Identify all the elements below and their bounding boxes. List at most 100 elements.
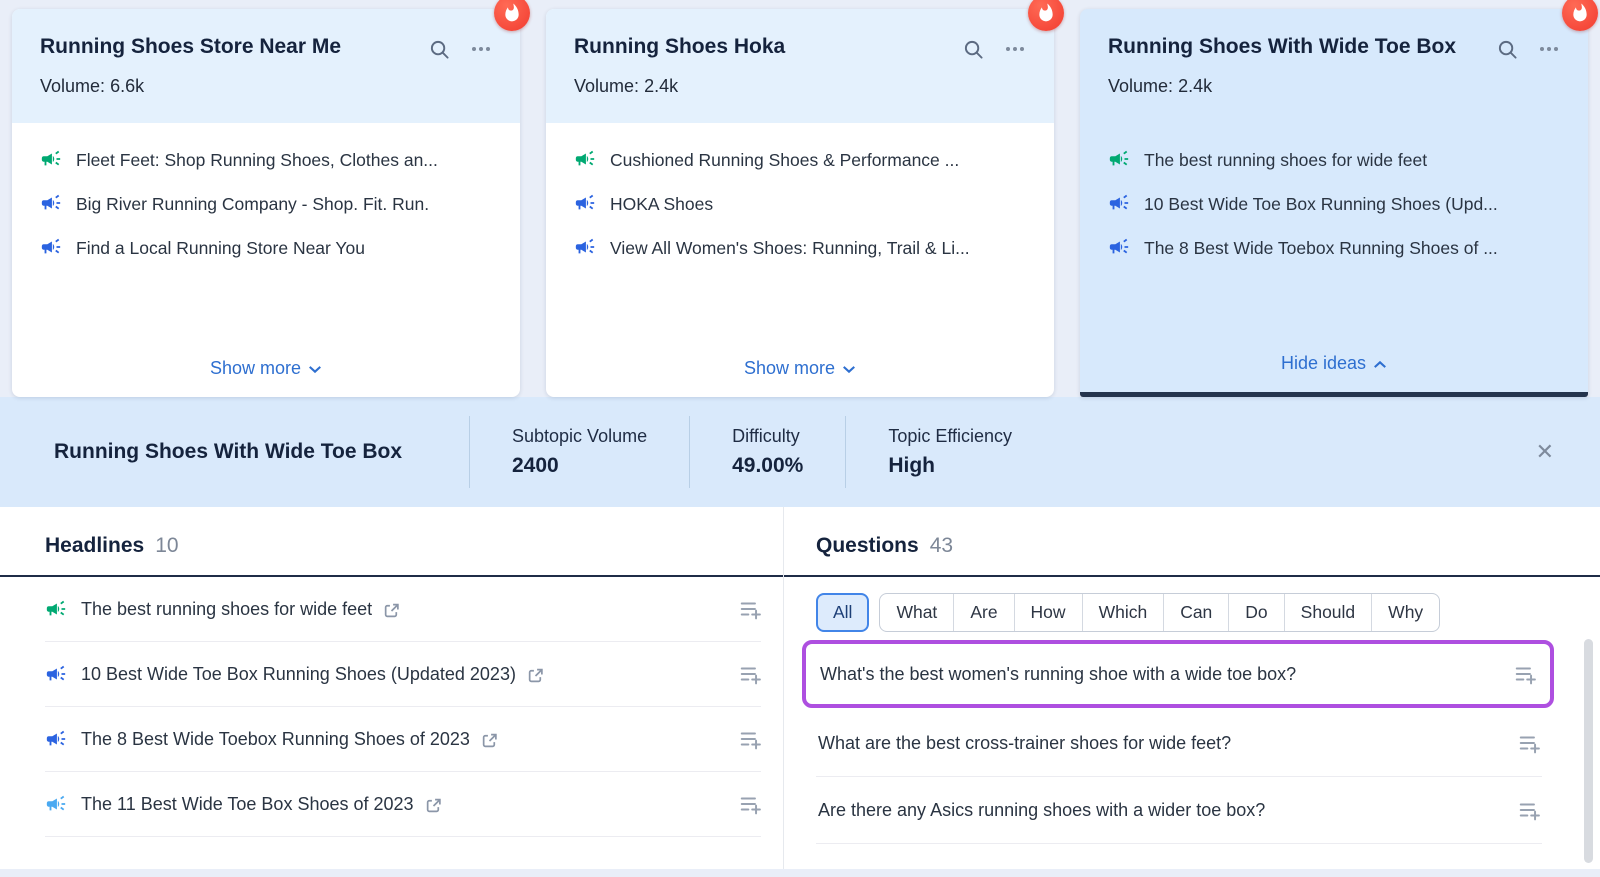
more-options-icon[interactable] — [1538, 38, 1560, 60]
questions-title: Questions — [816, 534, 919, 557]
volume: Volume: 2.4k — [1108, 76, 1213, 97]
idea-text[interactable]: HOKA Shoes — [610, 193, 713, 216]
filter-do[interactable]: Do — [1228, 594, 1283, 631]
idea-text[interactable]: The 8 Best Wide Toebox Running Shoes of … — [1144, 237, 1498, 260]
idea-item[interactable]: View All Women's Shoes: Running, Trail &… — [574, 237, 1026, 260]
questions-header: Questions 43 — [784, 507, 1600, 577]
add-to-list-icon[interactable] — [1514, 663, 1536, 685]
card-title: Running Shoes Hoka — [574, 35, 786, 58]
questions-count: 43 — [929, 534, 954, 557]
add-to-list-icon[interactable] — [1518, 799, 1540, 821]
trending-fire-icon — [1028, 0, 1064, 31]
megaphone-icon — [40, 236, 62, 258]
volume: Volume: 2.4k — [574, 76, 679, 97]
questions-scrollbar[interactable] — [1584, 639, 1593, 863]
external-link-icon[interactable] — [425, 795, 442, 814]
headline-link[interactable]: The 11 Best Wide Toe Box Shoes of 2023 — [81, 794, 442, 815]
search-icon[interactable] — [963, 39, 984, 60]
headline-link[interactable]: The 8 Best Wide Toebox Running Shoes of … — [81, 729, 498, 750]
hide-ideas-button[interactable]: Hide ideas — [1281, 353, 1387, 374]
search-icon[interactable] — [429, 39, 450, 60]
detail-content: Headlines 10 The best running shoes for … — [0, 507, 1600, 869]
add-to-list-icon[interactable] — [739, 728, 761, 750]
card-title: Running Shoes Store Near Me — [40, 35, 342, 58]
show-more-button[interactable]: Show more — [744, 358, 856, 379]
stat-subtopic-volume: Subtopic Volume 2400 — [469, 416, 689, 488]
subtopic-card[interactable]: Running Shoes Hoka Volume: 2.4k Cushione… — [546, 0, 1064, 397]
external-link-icon[interactable] — [481, 730, 498, 749]
idea-item[interactable]: Big River Running Company - Shop. Fit. R… — [40, 193, 492, 216]
detail-title: Running Shoes With Wide Toe Box — [54, 440, 403, 463]
search-icon[interactable] — [1497, 39, 1518, 60]
headlines-count: 10 — [155, 534, 179, 557]
idea-text[interactable]: Fleet Feet: Shop Running Shoes, Clothes … — [76, 149, 438, 172]
add-to-list-icon[interactable] — [739, 793, 761, 815]
trending-fire-icon — [494, 0, 530, 31]
filter-can[interactable]: Can — [1163, 594, 1228, 631]
question-row[interactable]: Are there any Asics running shoes with a… — [816, 777, 1542, 844]
megaphone-icon — [45, 728, 67, 750]
idea-text[interactable]: The best running shoes for wide feet — [1144, 149, 1427, 172]
card-header: Running Shoes With Wide Toe Box Volume: … — [1080, 9, 1588, 123]
add-to-list-icon[interactable] — [739, 663, 761, 685]
question-text[interactable]: What's the best women's running shoe wit… — [820, 664, 1296, 685]
chevron-down-icon — [308, 358, 322, 379]
volume: Volume: 6.6k — [40, 76, 145, 97]
external-link-icon[interactable] — [383, 600, 400, 619]
idea-text[interactable]: Find a Local Running Store Near You — [76, 237, 365, 260]
idea-text[interactable]: Cushioned Running Shoes & Performance ..… — [610, 149, 959, 172]
add-to-list-icon[interactable] — [739, 598, 761, 620]
idea-text[interactable]: Big River Running Company - Shop. Fit. R… — [76, 193, 429, 216]
subtopic-cards-row: Running Shoes Store Near Me Volume: 6.6k… — [0, 0, 1600, 397]
headlines-column: Headlines 10 The best running shoes for … — [0, 507, 784, 869]
question-row[interactable]: What's the best women's running shoe wit… — [818, 644, 1538, 704]
highlighted-question: What's the best women's running shoe wit… — [802, 640, 1554, 708]
idea-item[interactable]: HOKA Shoes — [574, 193, 1026, 216]
headline-row: The best running shoes for wide feet — [45, 577, 761, 642]
card-header: Running Shoes Store Near Me Volume: 6.6k — [12, 9, 520, 124]
stat-difficulty: Difficulty 49.00% — [689, 416, 845, 488]
filter-how[interactable]: How — [1013, 594, 1082, 631]
idea-item[interactable]: The 8 Best Wide Toebox Running Shoes of … — [1108, 237, 1560, 260]
filter-should[interactable]: Should — [1283, 594, 1372, 631]
trending-fire-icon — [1562, 0, 1598, 31]
subtopic-detail-bar: Running Shoes With Wide Toe Box Subtopic… — [0, 397, 1600, 507]
more-options-icon[interactable] — [1004, 38, 1026, 60]
chevron-up-icon — [1373, 353, 1387, 374]
idea-item[interactable]: Find a Local Running Store Near You — [40, 237, 492, 260]
headline-link[interactable]: 10 Best Wide Toe Box Running Shoes (Upda… — [81, 664, 544, 685]
headline-row: 10 Best Wide Toe Box Running Shoes (Upda… — [45, 642, 761, 707]
idea-item[interactable]: Cushioned Running Shoes & Performance ..… — [574, 149, 1026, 172]
headlines-title: Headlines — [45, 534, 145, 557]
subtopic-card[interactable]: Running Shoes Store Near Me Volume: 6.6k… — [12, 0, 530, 397]
add-to-list-icon[interactable] — [1518, 732, 1540, 754]
filter-all[interactable]: All — [816, 593, 870, 632]
idea-item[interactable]: Fleet Feet: Shop Running Shoes, Clothes … — [40, 149, 492, 172]
more-options-icon[interactable] — [470, 38, 492, 60]
card-header: Running Shoes Hoka Volume: 2.4k — [546, 9, 1054, 124]
subtopic-card-selected[interactable]: Running Shoes With Wide Toe Box Volume: … — [1080, 0, 1598, 397]
question-text[interactable]: What are the best cross-trainer shoes fo… — [818, 733, 1231, 754]
megaphone-icon — [40, 192, 62, 214]
filter-which[interactable]: Which — [1081, 594, 1164, 631]
idea-text[interactable]: View All Women's Shoes: Running, Trail &… — [610, 237, 970, 260]
idea-text[interactable]: 10 Best Wide Toe Box Running Shoes (Upd.… — [1144, 193, 1498, 216]
idea-item[interactable]: 10 Best Wide Toe Box Running Shoes (Upd.… — [1108, 193, 1560, 216]
close-icon[interactable]: ✕ — [1530, 435, 1560, 469]
megaphone-icon — [45, 598, 67, 620]
filter-are[interactable]: Are — [953, 594, 1013, 631]
stat-topic-efficiency: Topic Efficiency High — [845, 416, 1054, 488]
filter-what[interactable]: What — [880, 594, 953, 631]
megaphone-icon — [45, 793, 67, 815]
megaphone-icon — [45, 663, 67, 685]
filter-why[interactable]: Why — [1371, 594, 1439, 631]
show-more-button[interactable]: Show more — [210, 358, 322, 379]
headline-link[interactable]: The best running shoes for wide feet — [81, 599, 400, 620]
question-row[interactable]: What are the best cross-trainer shoes fo… — [816, 710, 1542, 777]
questions-column: Questions 43 All What Are How Which Can … — [784, 507, 1600, 869]
question-text[interactable]: Are there any Asics running shoes with a… — [818, 800, 1265, 821]
megaphone-icon — [1108, 236, 1130, 258]
megaphone-icon — [1108, 148, 1130, 170]
idea-item[interactable]: The best running shoes for wide feet — [1108, 149, 1560, 172]
external-link-icon[interactable] — [527, 665, 544, 684]
